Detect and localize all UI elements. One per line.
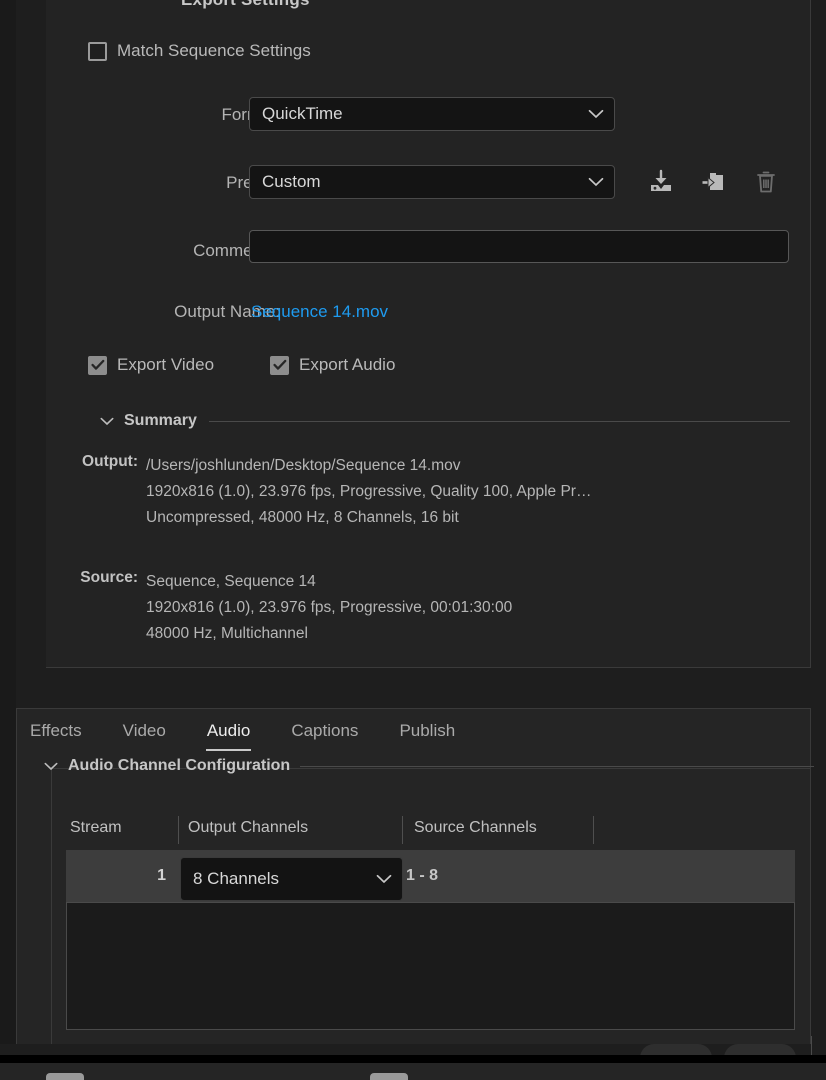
tab-bar: Effects Video Audio Captions Publish [17,709,496,756]
bottom-control-left[interactable] [46,1073,84,1080]
check-icon [90,359,104,370]
audio-channel-configuration-heading: Audio Channel Configuration [68,757,291,774]
summary-source-line-3: 48000 Hz, Multichannel [146,625,308,642]
export-audio-label: Export Audio [299,355,396,374]
chevron-down-icon [100,417,114,425]
comments-input[interactable] [249,230,789,263]
cell-stream: 1 [157,867,166,884]
summary-output-line-2: 1920x816 (1.0), 23.976 fps, Progressive,… [146,483,592,500]
tab-audio[interactable]: Audio [205,721,252,751]
match-sequence-settings-checkbox[interactable] [88,41,107,61]
save-preset-button[interactable] [644,166,678,198]
summary-output-lines: /Users/joshlunden/Desktop/Sequence 14.mo… [146,453,591,531]
preset-select-value: Custom [262,172,321,191]
output-name-label: Output Name: [174,302,280,321]
window-divider [0,1055,826,1063]
column-header-source-channels: Source Channels [414,819,537,836]
export-settings-window: Export Settings Match Sequence Settings … [0,0,826,1080]
match-sequence-settings-row[interactable]: Match Sequence Settings [88,41,311,61]
chevron-down-icon [376,874,392,884]
left-gutter [0,0,16,1044]
tab-effects[interactable]: Effects [30,721,82,744]
column-separator [402,816,403,844]
bottom-control-right[interactable] [370,1073,408,1080]
chevron-down-icon [588,177,604,187]
summary-source-line-1: Sequence, Sequence 14 [146,573,316,590]
summary-heading: Summary [124,412,197,429]
trash-icon [757,171,775,193]
column-separator [178,816,179,844]
export-audio-row[interactable]: Export Audio [270,355,395,375]
page-title: Export Settings [181,0,310,10]
match-sequence-settings-label: Match Sequence Settings [117,41,311,60]
column-separator [593,816,594,844]
format-select-value: QuickTime [262,104,343,123]
output-name-link[interactable]: Sequence 14.mov [251,302,388,322]
audio-table-body [66,902,795,1030]
output-channels-select[interactable]: 8 Channels [180,857,403,901]
chevron-down-icon [588,109,604,119]
cell-source-channels: 1 - 8 [406,867,439,884]
panel-right-edge [811,1036,812,1055]
import-preset-icon [702,173,723,190]
export-audio-checkbox[interactable] [270,355,289,375]
bottom-panel [0,1063,826,1080]
summary-output-key: Output: [82,453,138,470]
column-header-stream: Stream [70,819,122,836]
check-icon [272,359,286,370]
audio-table-header: Stream Output Channels Source Channels [66,816,795,846]
tab-video[interactable]: Video [123,721,166,744]
summary-output-line-3: Uncompressed, 48000 Hz, 8 Channels, 16 b… [146,509,459,526]
format-label: Format: [60,105,280,125]
summary-divider [208,420,790,422]
summary-source-line-2: 1920x816 (1.0), 23.976 fps, Progressive,… [146,599,513,616]
comments-label: Comments: [193,241,280,260]
chevron-down-icon [44,762,58,770]
preset-label: Preset: [60,173,280,193]
audio-channel-configuration-header[interactable]: Audio Channel Configuration [44,757,814,775]
preset-select[interactable]: Custom [249,165,615,199]
summary-source-key: Source: [80,569,138,586]
save-preset-icon [651,169,671,191]
delete-preset-button[interactable] [749,166,783,198]
table-row[interactable]: 1 8 Channels 1 - 8 [66,850,795,902]
export-video-row[interactable]: Export Video [88,355,214,375]
format-select[interactable]: QuickTime [249,97,615,131]
summary-source-lines: Sequence, Sequence 14 1920x816 (1.0), 23… [146,569,512,647]
tab-publish[interactable]: Publish [399,721,455,744]
export-video-label: Export Video [117,355,215,374]
column-header-output-channels: Output Channels [188,819,309,836]
export-settings-panel: Export Settings Match Sequence Settings … [46,0,811,668]
output-channels-value: 8 Channels [193,869,280,888]
summary-section-header[interactable]: Summary [100,412,790,430]
summary-output-line-1: /Users/joshlunden/Desktop/Sequence 14.mo… [146,457,461,474]
audio-section-divider [300,765,814,767]
export-video-checkbox[interactable] [88,355,107,375]
tab-captions[interactable]: Captions [291,721,358,744]
import-preset-button[interactable] [696,166,730,198]
